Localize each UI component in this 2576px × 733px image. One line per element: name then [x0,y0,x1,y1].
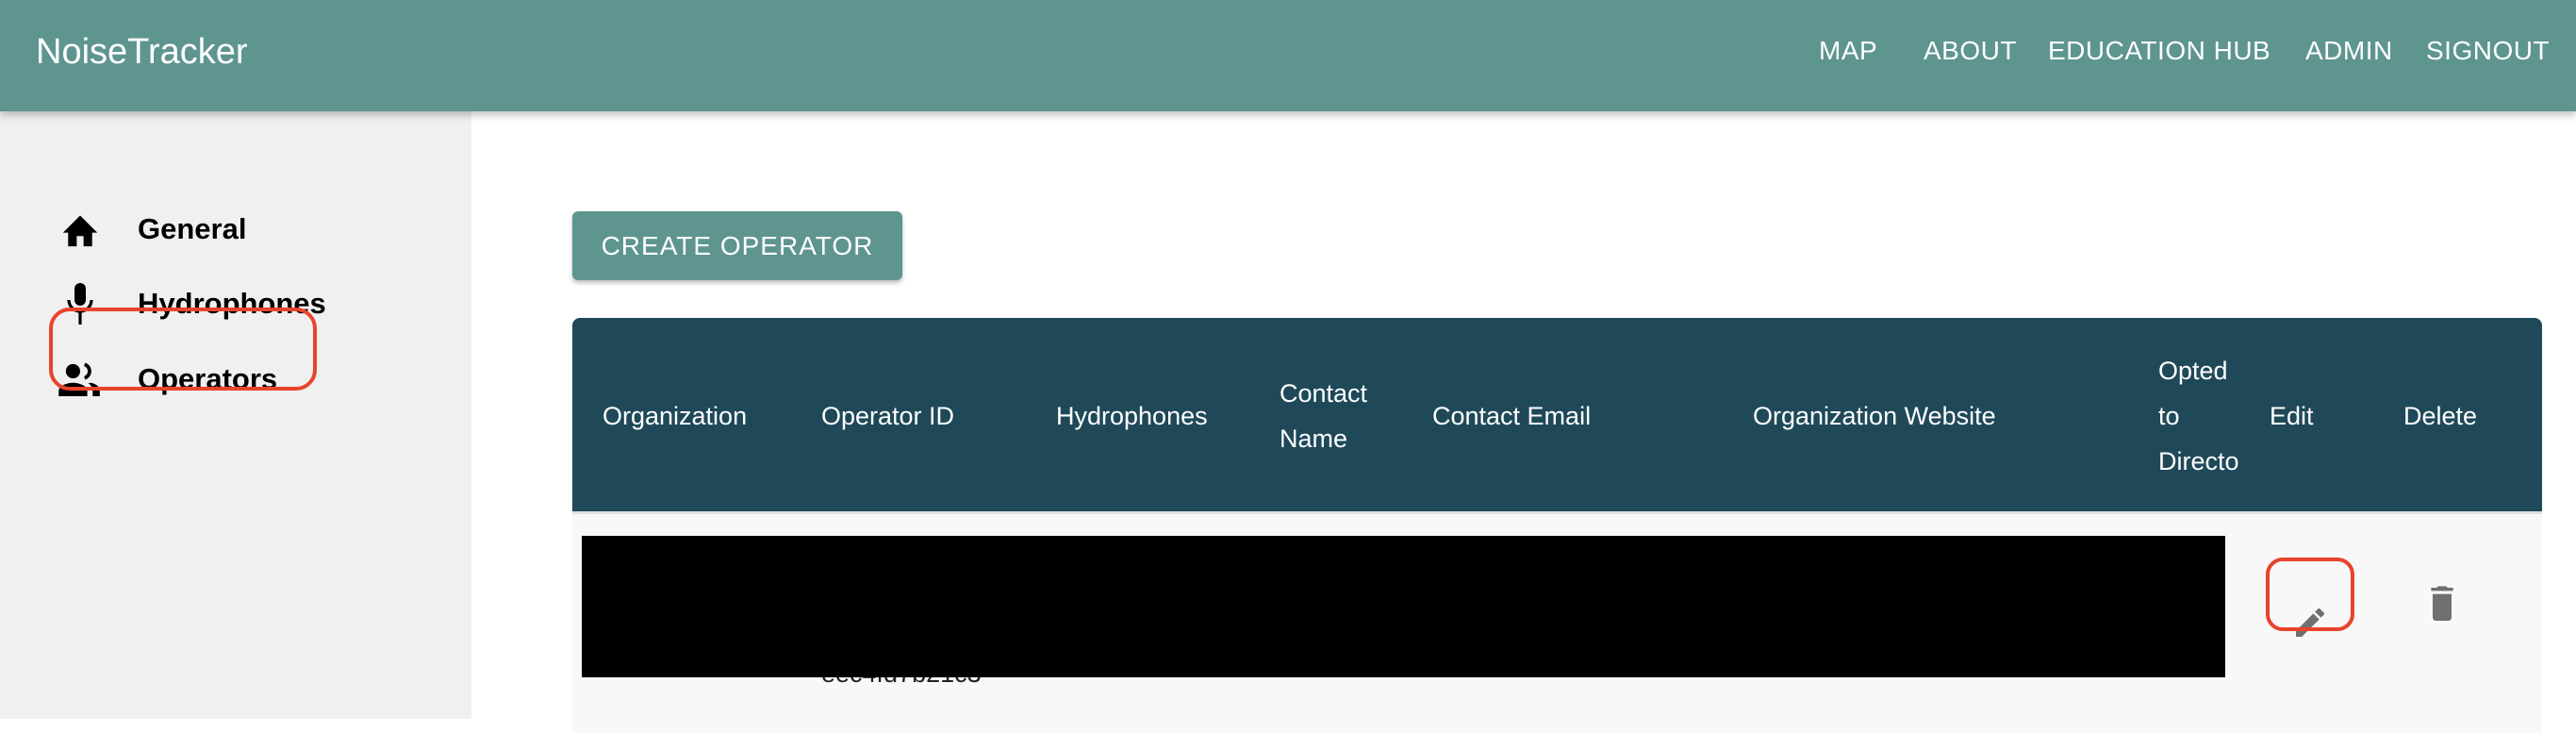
column-header-contact-email[interactable]: Contact Email [1432,393,1591,439]
sidebar-item-general[interactable]: General [57,201,246,258]
delete-button[interactable] [2409,566,2475,641]
column-header-opted-to-directory[interactable]: Opted to Directo [2158,348,2241,484]
app-logo[interactable]: NoiseTracker [36,32,248,73]
column-header-contact-name[interactable]: Contact Name [1280,371,1383,461]
app-bar: NoiseTracker MAP ABOUT EDUCATION HUB ADM… [0,0,2576,111]
column-header-organization[interactable]: Organization [603,393,747,439]
nav-signout[interactable]: SIGNOUT [2426,36,2550,66]
nav-admin[interactable]: ADMIN [2305,36,2393,66]
sidebar-item-label: General [138,212,247,245]
selection-highlight [49,308,317,391]
trash-icon [2423,581,2461,627]
column-header-delete: Delete [2403,402,2478,430]
create-operator-button[interactable]: CREATE OPERATOR [572,211,902,280]
column-header-edit: Edit [2270,402,2314,430]
nav-map[interactable]: MAP [1819,36,1877,66]
nav-about[interactable]: ABOUT [1924,36,2017,66]
column-header-text: Opted to Directo [2158,357,2239,475]
redaction-block [582,536,2225,677]
nav-education-hub[interactable]: EDUCATION HUB [2048,36,2271,66]
sidebar: General Hydrophones Operators [0,111,471,719]
column-header-hydrophones[interactable]: Hydrophones [1056,393,1208,439]
table-header: Organization Operator ID Hydrophones Con… [572,318,2542,514]
column-header-organization-website[interactable]: Organization Website [1753,393,1996,439]
edit-highlight [2266,558,2354,631]
column-header-operator-id[interactable]: Operator ID [821,393,954,439]
home-icon [57,210,104,248]
